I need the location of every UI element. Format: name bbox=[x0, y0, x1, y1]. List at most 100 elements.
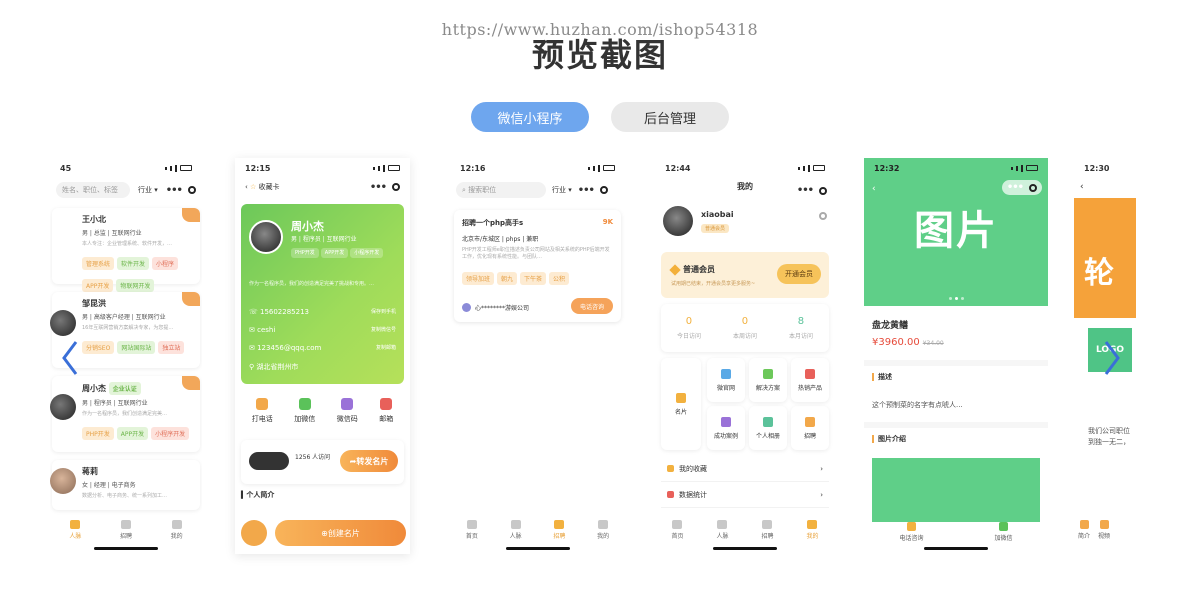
back-chevron-icon[interactable]: ‹ bbox=[1080, 182, 1084, 192]
contact-name: 周小杰 企业认证 bbox=[82, 382, 194, 395]
email-row[interactable]: ✉ 123456@qqq.com 复制邮箱 bbox=[249, 344, 396, 352]
filter-dropdown[interactable]: 行业 ▾ bbox=[138, 185, 158, 195]
product-price: ¥3960.00 ¥34.00 bbox=[864, 333, 1048, 352]
grid-item-website[interactable]: 微官网 bbox=[707, 358, 745, 402]
contact-card[interactable]: 王小北 男 | 总监 | 互联网行业 本人专注：企业管理系统、软件开发，… 管理… bbox=[52, 208, 200, 292]
filter-dropdown[interactable]: 行业 ▾ bbox=[552, 185, 572, 195]
tab-admin[interactable]: 后台管理 bbox=[611, 102, 729, 132]
close-circle-icon bbox=[187, 186, 196, 194]
wechat-qr-button[interactable]: 微信码 bbox=[337, 398, 358, 424]
create-card-button[interactable]: ⊕ 创建名片 bbox=[275, 520, 406, 546]
grid-item-album[interactable]: 个人相册 bbox=[749, 406, 787, 450]
action-label: 邮箱 bbox=[379, 415, 394, 423]
home-icon bbox=[466, 520, 477, 529]
carousel-prev-arrow[interactable] bbox=[62, 340, 78, 376]
status-bar: 45 bbox=[50, 158, 202, 178]
status-bar: 12:44 bbox=[655, 158, 835, 178]
tab-jobs[interactable]: 招聘 bbox=[761, 520, 774, 540]
username: xiaobai bbox=[701, 210, 734, 219]
profile-row: xiaobai 普通会员 bbox=[655, 196, 835, 248]
section-label: 描述 bbox=[878, 373, 892, 381]
grid-item-hiring[interactable]: 招聘 bbox=[791, 406, 829, 450]
jobs-icon bbox=[762, 520, 773, 529]
tab-home[interactable]: 首页 bbox=[466, 520, 478, 540]
email-button[interactable]: 邮箱 bbox=[379, 398, 393, 424]
call-button[interactable]: 打电话 bbox=[252, 398, 273, 424]
tab-label: 我的 bbox=[170, 533, 183, 540]
wechat-row[interactable]: ✉ ceshi 复制微信号 bbox=[249, 326, 396, 334]
bottom-tabs: 简介 视频 bbox=[1078, 520, 1110, 540]
phone-consult-button[interactable]: 电话咨询 bbox=[571, 298, 613, 314]
card-tags: PHP开发 APP开发 小程序开发 bbox=[291, 248, 385, 258]
star-icon bbox=[667, 465, 674, 472]
tab-mine[interactable]: 我的 bbox=[597, 520, 609, 540]
copy-email-link[interactable]: 复制邮箱 bbox=[376, 344, 396, 352]
carousel-next-arrow[interactable] bbox=[1104, 340, 1120, 376]
tab-jobs[interactable]: 招聘 bbox=[553, 520, 565, 540]
contact-desc: 本人专注：企业管理系统、软件开发，… bbox=[82, 241, 173, 247]
share-card-button[interactable]: ➦ 转发名片 bbox=[340, 450, 398, 472]
corner-badge bbox=[182, 376, 200, 390]
stat-month: 8 本月访问 bbox=[789, 316, 813, 340]
capsule-menu[interactable]: ••• bbox=[370, 182, 400, 193]
save-contact-link[interactable]: 保存到手机 bbox=[371, 308, 396, 316]
back-chevron-icon[interactable]: ‹ bbox=[872, 184, 876, 194]
home-button[interactable] bbox=[241, 520, 267, 546]
copy-wechat-link[interactable]: 复制微信号 bbox=[371, 326, 396, 334]
add-wechat-button[interactable]: 加微信 bbox=[994, 522, 1013, 542]
tab-contacts[interactable]: 人脉 bbox=[510, 520, 522, 540]
tab-wechat-miniprogram[interactable]: 微信小程序 bbox=[471, 102, 589, 132]
grid-item-cases[interactable]: 成功案例 bbox=[707, 406, 745, 450]
stat-number: 0 bbox=[685, 316, 693, 327]
status-time: 12:16 bbox=[460, 163, 486, 173]
tab-label: 招聘 bbox=[119, 533, 132, 540]
capsule-menu[interactable]: ••• bbox=[578, 185, 608, 196]
card-line: 男 | 程序员 | 互联网行业 bbox=[291, 236, 357, 243]
stat-label: 本周访问 bbox=[732, 333, 757, 340]
card-header: 周小杰 男 | 程序员 | 互联网行业 PHP开发 APP开发 小程序开发 作为一名… bbox=[241, 204, 404, 384]
capsule-menu[interactable]: ••• bbox=[166, 185, 196, 196]
tab-contacts[interactable]: 人脉 bbox=[716, 520, 729, 540]
phone-row[interactable]: ☏ 15602285213 保存到手机 bbox=[249, 308, 396, 316]
card-entry[interactable]: 名片 bbox=[661, 358, 701, 450]
phone-profile: 12:44 我的 ••• xiaobai 普通会员 普通会员 试用期已结束，开通… bbox=[655, 158, 835, 554]
tab-contacts[interactable]: 人脉 bbox=[69, 520, 81, 540]
job-card[interactable]: 招聘一个php高手s 9K 北京市/东城区 | phps | 兼职 PHP开发工程… bbox=[454, 210, 621, 322]
tag: 独立站 bbox=[158, 341, 185, 354]
tab-label: 我的 bbox=[806, 533, 819, 540]
home-indicator bbox=[94, 547, 158, 550]
tag: PHP开发 bbox=[291, 248, 319, 258]
search-placeholder: 搜索职位 bbox=[468, 186, 497, 194]
contact-card[interactable]: 蒋莉 女 | 经理 | 电子商务 数据分析、电子商务、统一系列加工… bbox=[50, 460, 200, 510]
tag: 小程序开发 bbox=[350, 248, 384, 258]
action-label: 微信码 bbox=[336, 415, 358, 423]
wechat-icon bbox=[998, 522, 1008, 531]
gear-icon[interactable] bbox=[819, 212, 827, 220]
tab-jobs[interactable]: 招聘 bbox=[120, 520, 132, 540]
avatar bbox=[663, 206, 693, 236]
menu-statistics[interactable]: 数据统计 › bbox=[661, 482, 829, 508]
price-current: ¥3960.00 bbox=[872, 337, 920, 348]
tab-mine[interactable]: 我的 bbox=[171, 520, 183, 540]
avatar bbox=[249, 220, 283, 254]
grid-item-products[interactable]: 热销产品 bbox=[791, 358, 829, 402]
back-chevron-icon[interactable]: ‹ ☆ 收藏卡 bbox=[245, 182, 280, 192]
tab-intro[interactable]: 简介 bbox=[1078, 520, 1090, 540]
grid-label: 成功案例 bbox=[713, 432, 738, 440]
action-label: 加微信 bbox=[294, 415, 316, 423]
tab-home[interactable]: 首页 bbox=[671, 520, 684, 540]
tab-video[interactable]: 视频 bbox=[1098, 520, 1110, 540]
menu-favorites[interactable]: 我的收藏 › bbox=[661, 456, 829, 482]
capsule-menu[interactable]: ••• bbox=[1001, 180, 1042, 195]
user-icon bbox=[171, 520, 182, 529]
grid-label: 解决方案 bbox=[755, 384, 780, 392]
open-membership-button[interactable]: 开通会员 bbox=[777, 264, 821, 284]
add-wechat-button[interactable]: 加微信 bbox=[294, 398, 315, 424]
page-title: 预览截图 bbox=[531, 36, 668, 74]
grid-item-solutions[interactable]: 解决方案 bbox=[749, 358, 787, 402]
search-input[interactable]: 姓名、职位、标签 bbox=[56, 182, 130, 198]
search-input[interactable]: ⌕ 搜索职位 bbox=[456, 182, 546, 198]
phone-consult-button[interactable]: 电话咨询 bbox=[899, 522, 924, 542]
tab-mine[interactable]: 我的 bbox=[806, 520, 819, 540]
contact-card[interactable]: 周小杰 企业认证 男 | 程序员 | 互联网行业 作为一名程序员，我们创造满足完… bbox=[50, 376, 200, 452]
